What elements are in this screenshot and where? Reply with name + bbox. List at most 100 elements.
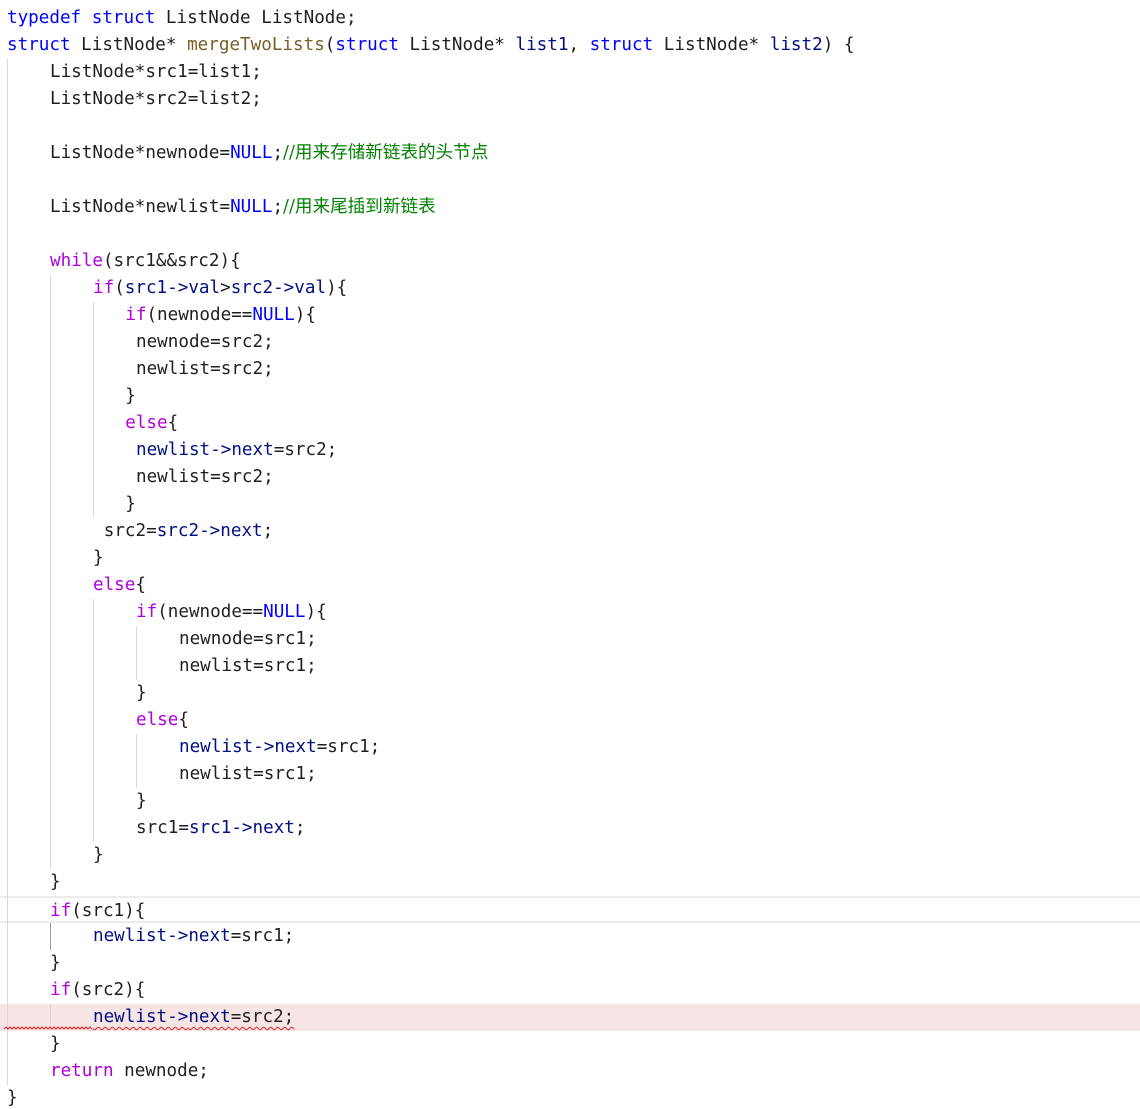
code-token: ;: [272, 143, 284, 163]
code-line[interactable]: newnode=src1;: [0, 626, 1140, 653]
code-line[interactable]: typedef struct ListNode ListNode;: [0, 5, 1140, 32]
code-token: ;: [294, 818, 306, 838]
code-line[interactable]: else{: [0, 410, 1140, 437]
code-line[interactable]: }: [0, 1031, 1140, 1058]
code-line[interactable]: }: [0, 788, 1140, 815]
code-token: val: [188, 278, 221, 298]
code-text: }: [7, 1088, 18, 1109]
code-editor[interactable]: typedef struct ListNode ListNode; struct …: [0, 0, 1140, 1109]
code-text: else{: [93, 575, 146, 596]
code-line[interactable]: src1=src1->next;: [0, 815, 1140, 842]
code-text: else{: [136, 710, 189, 731]
code-line[interactable]: [0, 113, 1140, 140]
code-token: return: [50, 1061, 114, 1081]
code-token: struct: [335, 35, 399, 55]
code-text: newnode=src2;: [136, 332, 274, 353]
code-line[interactable]: ListNode*newnode=NULL;//用来存储新链表的头节点: [0, 140, 1140, 167]
code-line[interactable]: if(src2){: [0, 977, 1140, 1004]
code-line[interactable]: }: [0, 680, 1140, 707]
code-text: newlist->next=src2;: [136, 440, 337, 461]
code-line[interactable]: newlist->next=src1;: [0, 734, 1140, 761]
code-line[interactable]: [0, 167, 1140, 194]
code-token: ListNode*: [398, 35, 516, 55]
code-line[interactable]: else{: [0, 707, 1140, 734]
code-line[interactable]: }: [0, 491, 1140, 518]
code-token: else: [93, 575, 136, 595]
code-token: if: [50, 980, 72, 1000]
code-token: NULL: [252, 305, 295, 325]
code-line[interactable]: if(src1->val>src2->val){: [0, 275, 1140, 302]
code-token: struct: [91, 8, 156, 28]
code-line[interactable]: struct ListNode* mergeTwoLists(struct Li…: [0, 32, 1140, 59]
code-line[interactable]: newlist->next=src2;: [0, 437, 1140, 464]
code-token: newnode;: [113, 1061, 209, 1081]
code-line[interactable]: newlist->next=src1;: [0, 923, 1140, 950]
code-token: }: [7, 1088, 18, 1108]
code-token: =src2;: [273, 440, 338, 460]
code-token: ListNode ListNode;: [155, 8, 357, 28]
code-token: typedef: [7, 8, 82, 28]
code-line[interactable]: src2=src2->next;: [0, 518, 1140, 545]
code-token: list1: [515, 35, 569, 55]
code-text: return newnode;: [50, 1061, 209, 1082]
code-line[interactable]: newlist=src2;: [0, 464, 1140, 491]
code-token: NULL: [230, 143, 273, 163]
indent-guide: [136, 626, 137, 680]
code-token: else: [136, 710, 179, 730]
code-token: }: [136, 683, 147, 703]
code-text: newlist=src2;: [136, 359, 274, 380]
code-line-current[interactable]: if(src1){: [0, 896, 1140, 923]
code-token: ;: [272, 197, 284, 217]
code-text: newlist=src1;: [179, 656, 317, 677]
code-line[interactable]: else{: [0, 572, 1140, 599]
code-token: ListNode*src1=list1;: [50, 62, 262, 82]
code-line[interactable]: }: [0, 950, 1140, 977]
code-line[interactable]: newlist=src1;: [0, 653, 1140, 680]
code-token: ListNode*: [70, 35, 188, 55]
code-token: newlist=src2;: [136, 467, 274, 487]
code-line[interactable]: if(newnode==NULL){: [0, 599, 1140, 626]
code-token: ListNode*src2=list2;: [50, 89, 262, 109]
code-token: next: [188, 926, 231, 946]
code-token: next: [274, 737, 317, 757]
code-line[interactable]: [0, 221, 1140, 248]
code-line[interactable]: newlist=src2;: [0, 356, 1140, 383]
code-token: (src2){: [71, 980, 146, 1000]
code-token: //用来尾插到新链表: [283, 197, 436, 217]
code-line[interactable]: ListNode*src2=list2;: [0, 86, 1140, 113]
code-token: (: [114, 278, 125, 298]
code-token: (src1&&src2){: [102, 251, 241, 271]
code-line[interactable]: newnode=src2;: [0, 329, 1140, 356]
code-text: newlist=src1;: [179, 764, 317, 785]
code-token: src1->: [188, 818, 253, 838]
code-text: if(src2){: [50, 980, 145, 1001]
code-line[interactable]: }: [0, 383, 1140, 410]
code-line[interactable]: ListNode*newlist=NULL;//用来尾插到新链表: [0, 194, 1140, 221]
indent-guide: [50, 923, 51, 950]
code-text: src2=src2->next;: [104, 521, 274, 542]
code-line[interactable]: ListNode*src1=list1;: [0, 59, 1140, 86]
code-token: src2=: [103, 521, 157, 541]
code-line[interactable]: }: [0, 842, 1140, 869]
code-text: else{: [125, 413, 178, 434]
code-line[interactable]: }: [0, 869, 1140, 896]
code-line[interactable]: }: [0, 1085, 1140, 1109]
code-line[interactable]: return newnode;: [0, 1058, 1140, 1085]
code-token: newlist=src1;: [179, 764, 317, 784]
code-line-error[interactable]: newlist->next=src2;: [0, 1004, 1140, 1031]
code-text: }: [93, 548, 104, 569]
code-line[interactable]: }: [0, 545, 1140, 572]
code-line[interactable]: newlist=src1;: [0, 761, 1140, 788]
code-token: ){: [326, 278, 348, 298]
code-line[interactable]: if(newnode==NULL){: [0, 302, 1140, 329]
code-token: newlist->: [93, 926, 189, 946]
code-token: next: [188, 1007, 231, 1027]
code-token: newnode=src1;: [179, 629, 317, 649]
code-token: {: [167, 413, 179, 433]
code-token: newlist->: [179, 737, 275, 757]
code-line[interactable]: while(src1&&src2){: [0, 248, 1140, 275]
code-text: }: [93, 845, 104, 866]
code-token: }: [50, 872, 61, 892]
code-token: ){: [294, 305, 316, 325]
code-token: next: [231, 440, 274, 460]
